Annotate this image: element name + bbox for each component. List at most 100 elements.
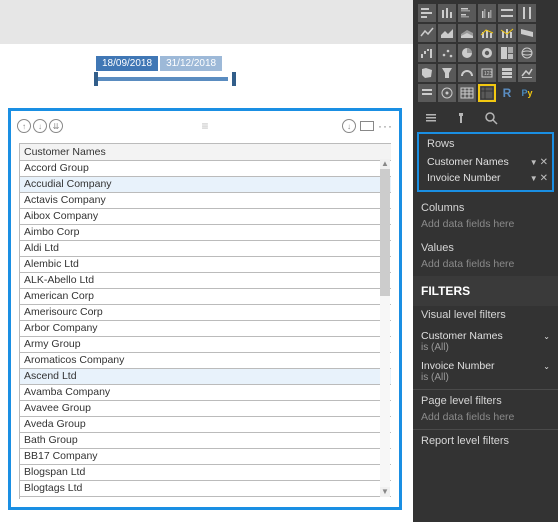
table-row[interactable]: Blogspan Ltd: [20, 465, 391, 481]
table-row[interactable]: Bath Group: [20, 433, 391, 449]
viz-kpi-icon[interactable]: [518, 64, 536, 82]
remove-field-icon[interactable]: ✕: [540, 173, 548, 184]
chevron-down-icon[interactable]: ▼: [530, 174, 538, 183]
table-row[interactable]: Aldi Ltd: [20, 241, 391, 257]
slicer-handle-end[interactable]: [232, 72, 236, 86]
table-row[interactable]: Avamba Company: [20, 385, 391, 401]
focus-mode-icon[interactable]: [360, 121, 374, 131]
canvas-ribbon-bottom: [0, 0, 413, 44]
field-pill-customer-names[interactable]: Customer Names ▼✕: [427, 154, 548, 170]
date-slicer[interactable]: 18/09/2018 31/12/2018: [96, 56, 228, 81]
slicer-end-date[interactable]: 31/12/2018: [160, 56, 222, 71]
viz-area-icon[interactable]: [438, 24, 456, 42]
table-row[interactable]: Blogtags Ltd: [20, 481, 391, 497]
table-header[interactable]: Customer Names: [20, 144, 391, 161]
table-row[interactable]: Actavis Company: [20, 193, 391, 209]
chevron-down-icon[interactable]: ⌄: [543, 362, 550, 371]
table-row[interactable]: Bluezoom Group: [20, 497, 391, 499]
values-well[interactable]: Values Add data fields here: [413, 236, 558, 276]
visual-scrollbar[interactable]: ▲ ▼: [380, 159, 390, 497]
viz-pie-icon[interactable]: [458, 44, 476, 62]
table-row[interactable]: Accord Group: [20, 161, 391, 177]
scroll-track[interactable]: [380, 169, 390, 487]
viz-table-icon[interactable]: [458, 84, 476, 102]
filter-invoice-number[interactable]: Invoice Number ⌄ is (All): [413, 357, 558, 387]
table-row[interactable]: Arbor Company: [20, 321, 391, 337]
table-row[interactable]: Accudial Company: [20, 177, 391, 193]
slicer-track[interactable]: [96, 77, 228, 81]
viz-ribbon-icon[interactable]: [518, 24, 536, 42]
table-row[interactable]: Army Group: [20, 337, 391, 353]
table-row[interactable]: ALK-Abello Ltd: [20, 273, 391, 289]
filter-customer-names[interactable]: Customer Names ⌄ is (All): [413, 327, 558, 357]
table-row[interactable]: Aibox Company: [20, 209, 391, 225]
viz-100-stacked-column-icon[interactable]: [518, 4, 536, 22]
table-row[interactable]: BB17 Company: [20, 449, 391, 465]
columns-title: Columns: [421, 202, 550, 214]
columns-well[interactable]: Columns Add data fields here: [413, 196, 558, 236]
viz-stacked-area-icon[interactable]: [458, 24, 476, 42]
values-title: Values: [421, 242, 550, 254]
table-row[interactable]: Aromaticos Company: [20, 353, 391, 369]
viz-scatter-icon[interactable]: [438, 44, 456, 62]
table-row[interactable]: Aimbo Corp: [20, 225, 391, 241]
values-placeholder: Add data fields here: [421, 256, 550, 270]
scroll-down-icon[interactable]: ▼: [380, 487, 390, 497]
table-row[interactable]: Avavee Group: [20, 401, 391, 417]
viz-python-icon[interactable]: Py: [518, 84, 536, 102]
viz-clustered-bar-icon[interactable]: [458, 4, 476, 22]
expand-level-icon[interactable]: ⇊: [49, 119, 63, 133]
viz-matrix-icon[interactable]: [478, 84, 496, 102]
viz-clustered-column-icon[interactable]: [478, 4, 496, 22]
rows-well[interactable]: Rows Customer Names ▼✕ Invoice Number ▼✕: [417, 132, 554, 192]
chevron-down-icon[interactable]: ⌄: [543, 332, 550, 341]
viz-slicer-icon[interactable]: [418, 84, 436, 102]
drag-handle-icon[interactable]: ≡: [201, 119, 208, 133]
page-filters-placeholder: Add data fields here: [421, 409, 550, 423]
filter-item-sub: is (All): [421, 372, 550, 383]
report-level-filters[interactable]: Report level filters: [413, 432, 558, 453]
svg-text:123: 123: [484, 71, 493, 77]
viz-line-icon[interactable]: [418, 24, 436, 42]
viz-donut-icon[interactable]: [478, 44, 496, 62]
viz-waterfall-icon[interactable]: [418, 44, 436, 62]
filters-title: FILTERS: [421, 282, 550, 298]
page-level-filters[interactable]: Page level filters Add data fields here: [413, 392, 558, 427]
viz-arcgis-map-icon[interactable]: [438, 84, 456, 102]
fields-well-icon[interactable]: [423, 110, 439, 126]
viz-stacked-column-icon[interactable]: [438, 4, 456, 22]
viz-100-stacked-bar-icon[interactable]: [498, 4, 516, 22]
viz-card-icon[interactable]: 123: [478, 64, 496, 82]
viz-stacked-bar-icon[interactable]: [418, 4, 436, 22]
export-data-icon[interactable]: ↓: [342, 119, 356, 133]
field-pill-label: Invoice Number: [427, 172, 501, 184]
viz-gauge-icon[interactable]: [458, 64, 476, 82]
table-row[interactable]: Amerisourc Corp: [20, 305, 391, 321]
viz-multirow-card-icon[interactable]: [498, 64, 516, 82]
viz-funnel-icon[interactable]: [438, 64, 456, 82]
viz-filled-map-icon[interactable]: [418, 64, 436, 82]
table-row[interactable]: Aveda Group: [20, 417, 391, 433]
analytics-icon[interactable]: [483, 110, 499, 126]
scroll-thumb[interactable]: [380, 169, 390, 296]
viz-treemap-icon[interactable]: [498, 44, 516, 62]
format-icon[interactable]: [453, 110, 469, 126]
matrix-visual[interactable]: ↑ ↓ ⇊ ≡ ↓ ··· Customer Names Accord Grou…: [8, 108, 402, 510]
more-options-icon[interactable]: ···: [378, 119, 393, 133]
slicer-handle-start[interactable]: [94, 72, 98, 86]
field-pill-label: Customer Names: [427, 156, 509, 168]
remove-field-icon[interactable]: ✕: [540, 157, 548, 168]
viz-line-clustered-column-icon[interactable]: [478, 24, 496, 42]
scroll-up-icon[interactable]: ▲: [380, 159, 390, 169]
field-pill-invoice-number[interactable]: Invoice Number ▼✕: [427, 170, 548, 186]
drill-down-icon[interactable]: ↓: [33, 119, 47, 133]
viz-map-icon[interactable]: [518, 44, 536, 62]
table-row[interactable]: Alembic Ltd: [20, 257, 391, 273]
viz-r-script-icon[interactable]: R: [498, 84, 516, 102]
chevron-down-icon[interactable]: ▼: [530, 158, 538, 167]
slicer-start-date[interactable]: 18/09/2018: [96, 56, 158, 71]
viz-line-stacked-column-icon[interactable]: [498, 24, 516, 42]
table-row[interactable]: American Corp: [20, 289, 391, 305]
drill-up-icon[interactable]: ↑: [17, 119, 31, 133]
table-row[interactable]: Ascend Ltd: [20, 369, 391, 385]
